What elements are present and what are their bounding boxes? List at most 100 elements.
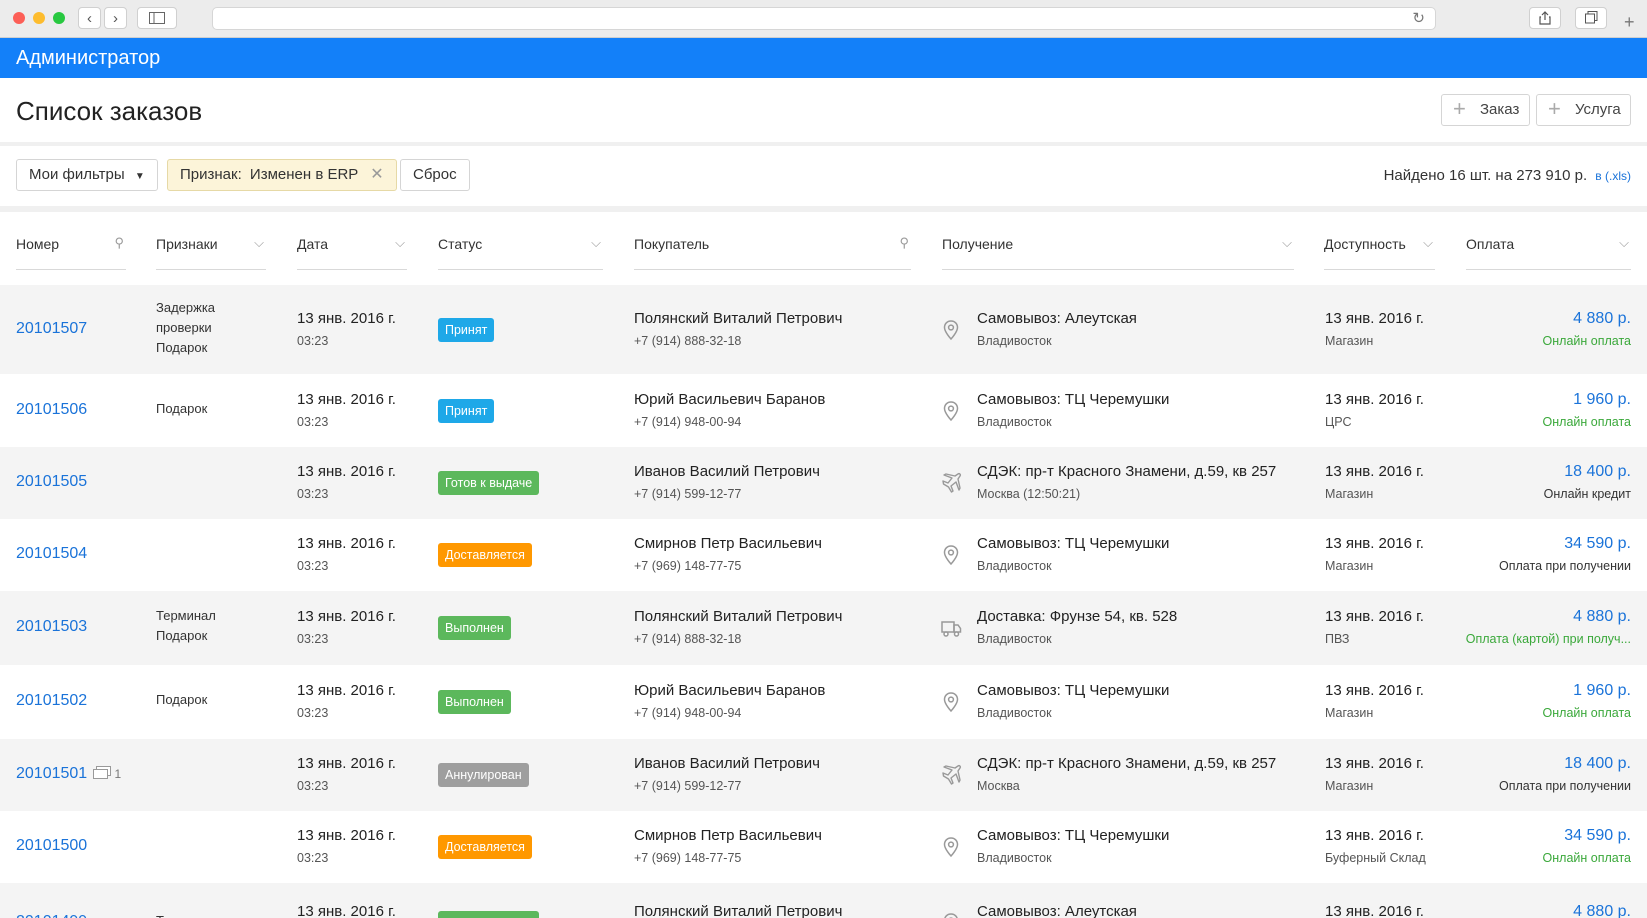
forward-button[interactable]: › bbox=[104, 7, 127, 29]
chevron-down-icon[interactable]: ⌵ bbox=[1282, 235, 1292, 251]
payment-method: Онлайн оплата bbox=[1542, 415, 1631, 429]
buyer-name: Смирнов Петр Васильевич bbox=[634, 535, 822, 552]
plane-icon bbox=[940, 764, 962, 786]
availability-date: 13 янв. 2016 г. bbox=[1325, 391, 1424, 408]
order-number-link[interactable]: 20101507 bbox=[16, 320, 87, 338]
add-order-button[interactable]: + Заказ bbox=[1441, 94, 1530, 126]
column-header-status[interactable]: Статус ⌵ bbox=[438, 235, 603, 270]
order-amount: 18 400 р. bbox=[1564, 463, 1631, 480]
order-signs: Подарок bbox=[156, 690, 207, 710]
minimize-window-button[interactable] bbox=[33, 12, 45, 24]
pin-icon bbox=[940, 836, 962, 858]
order-time: 03:23 bbox=[297, 334, 329, 348]
order-date: 13 янв. 2016 г. bbox=[297, 310, 396, 327]
sign-label: Задержка bbox=[156, 300, 216, 315]
order-number-link[interactable]: 20101504 bbox=[16, 545, 87, 563]
share-button[interactable] bbox=[1529, 7, 1561, 29]
column-header-availability[interactable]: Доступность ⌵ bbox=[1324, 235, 1435, 270]
chevron-down-icon[interactable]: ⌵ bbox=[1619, 235, 1629, 251]
order-signs: Задержка проверки Подарок bbox=[156, 298, 215, 358]
payment-method: Оплата (картой) при получ... bbox=[1465, 632, 1631, 646]
sidebar-toggle-button[interactable] bbox=[137, 7, 177, 29]
availability-place: Магазин bbox=[1325, 779, 1374, 793]
remove-filter-icon[interactable]: ✕ bbox=[370, 166, 383, 183]
search-icon[interactable]: ⚲ bbox=[899, 235, 909, 251]
caret-down-icon: ▼ bbox=[134, 171, 145, 182]
order-number-link[interactable]: 20101499 bbox=[16, 913, 87, 918]
receive-city: Владивосток bbox=[977, 851, 1052, 865]
pin-icon bbox=[940, 912, 962, 918]
table-row[interactable]: 20101507 Задержка проверки Подарок 13 янв. 2… bbox=[0, 285, 1647, 374]
status-badge: Доставляется bbox=[438, 543, 532, 567]
search-icon[interactable]: ⚲ bbox=[114, 235, 124, 251]
order-number-link[interactable]: 20101500 bbox=[16, 837, 87, 855]
chevron-down-icon[interactable]: ⌵ bbox=[1423, 235, 1433, 251]
payment-method: Онлайн кредит bbox=[1543, 487, 1631, 501]
chevron-down-icon[interactable]: ⌵ bbox=[395, 235, 405, 251]
receive-city: Владивосток bbox=[977, 632, 1052, 646]
order-number-link[interactable]: 20101502 bbox=[16, 692, 87, 710]
orders-table: Номер ⚲ Признаки ⌵ Дата ⌵ Статус ⌵ Покупател… bbox=[0, 212, 1647, 918]
address-bar[interactable]: ↻ bbox=[212, 7, 1436, 30]
reset-filters-button[interactable]: Сброс bbox=[400, 159, 470, 191]
add-service-button[interactable]: + Услуга bbox=[1536, 94, 1631, 126]
payment-method: Онлайн оплата bbox=[1542, 706, 1631, 720]
order-date: 13 янв. 2016 г. bbox=[297, 608, 396, 625]
buyer-name: Смирнов Петр Васильевич bbox=[634, 827, 822, 844]
receive-city: Владивосток bbox=[977, 559, 1052, 573]
new-tab-button[interactable]: + bbox=[1624, 12, 1635, 33]
availability-date: 13 янв. 2016 г. bbox=[1325, 310, 1424, 327]
order-time: 03:23 bbox=[297, 415, 329, 429]
active-filter-chip[interactable]: Признак: Изменен в ERP ✕ bbox=[167, 159, 397, 191]
column-header-signs[interactable]: Признаки ⌵ bbox=[156, 235, 266, 270]
table-row[interactable]: 20101505 13 янв. 2016 г. 03:23 Готов к выда… bbox=[0, 447, 1647, 519]
table-row[interactable]: 20101506 Подарок 13 янв. 2016 г. 03:23 Приня… bbox=[0, 374, 1647, 447]
order-date: 13 янв. 2016 г. bbox=[297, 463, 396, 480]
sign-label: Терминал bbox=[156, 608, 216, 623]
order-signs: Терминал bbox=[156, 911, 216, 918]
chevron-down-icon[interactable]: ⌵ bbox=[591, 235, 601, 251]
table-row[interactable]: 20101501 1 13 янв. 2016 г. 03:23 Аннулирова… bbox=[0, 739, 1647, 811]
availability-date: 13 янв. 2016 г. bbox=[1325, 755, 1424, 772]
order-number-link[interactable]: 20101501 1 bbox=[16, 765, 121, 783]
chevron-down-icon[interactable]: ⌵ bbox=[254, 235, 264, 251]
table-row[interactable]: 20101503 Терминал Подарок 13 янв. 2016 г. 03… bbox=[0, 591, 1647, 665]
order-amount: 1 960 р. bbox=[1573, 682, 1631, 699]
order-number-link[interactable]: 20101505 bbox=[16, 473, 87, 491]
column-header-number[interactable]: Номер ⚲ bbox=[16, 235, 126, 270]
plus-icon: + bbox=[1548, 96, 1561, 121]
export-xls-link[interactable]: в (.xls) bbox=[1595, 169, 1631, 183]
order-date: 13 янв. 2016 г. bbox=[297, 903, 396, 918]
order-number-link[interactable]: 20101503 bbox=[16, 618, 87, 636]
table-row[interactable]: 20101500 13 янв. 2016 г. 03:23 Доставляется… bbox=[0, 811, 1647, 883]
my-filters-dropdown[interactable]: Мои фильтры ▼ bbox=[16, 159, 158, 191]
column-header-payment[interactable]: Оплата ⌵ bbox=[1466, 235, 1631, 270]
status-badge: Аннулирован bbox=[438, 763, 529, 787]
table-row[interactable]: 20101499 Терминал 13 янв. 2016 г. Готов к в… bbox=[0, 883, 1647, 918]
buyer-name: Юрий Васильевич Баранов bbox=[634, 391, 826, 408]
availability-date: 13 янв. 2016 г. bbox=[1325, 535, 1424, 552]
close-window-button[interactable] bbox=[13, 12, 25, 24]
table-row[interactable]: 20101504 13 янв. 2016 г. 03:23 Доставляется… bbox=[0, 519, 1647, 591]
status-badge: Принят bbox=[438, 399, 495, 423]
column-header-receive[interactable]: Получение ⌵ bbox=[942, 235, 1294, 270]
comments-indicator[interactable]: 1 bbox=[93, 766, 121, 781]
column-header-date[interactable]: Дата ⌵ bbox=[297, 235, 407, 270]
order-time: 03:23 bbox=[297, 632, 329, 646]
order-number-link[interactable]: 20101506 bbox=[16, 401, 87, 419]
column-header-buyer[interactable]: Покупатель ⚲ bbox=[634, 235, 911, 270]
table-row[interactable]: 20101502 Подарок 13 янв. 2016 г. 03:23 Выпол… bbox=[0, 665, 1647, 739]
zoom-window-button[interactable] bbox=[53, 12, 65, 24]
receive-method: Самовывоз: ТЦ Черемушки bbox=[977, 682, 1170, 699]
availability-date: 13 янв. 2016 г. bbox=[1325, 608, 1424, 625]
order-time: 03:23 bbox=[297, 559, 329, 573]
receive-method: СДЭК: пр-т Красного Знамени, д.59, кв 25… bbox=[977, 755, 1277, 772]
back-button[interactable]: ‹ bbox=[78, 7, 101, 29]
pin-icon bbox=[940, 319, 962, 341]
reload-icon[interactable]: ↻ bbox=[1412, 9, 1425, 27]
chevron-right-icon: › bbox=[113, 10, 118, 27]
filter-bar: Мои фильтры ▼ Признак: Изменен в ERP ✕ С… bbox=[0, 146, 1647, 206]
sign-label: Терминал bbox=[156, 911, 216, 918]
tabs-overview-button[interactable] bbox=[1575, 7, 1607, 29]
sidebar-icon bbox=[149, 12, 165, 24]
